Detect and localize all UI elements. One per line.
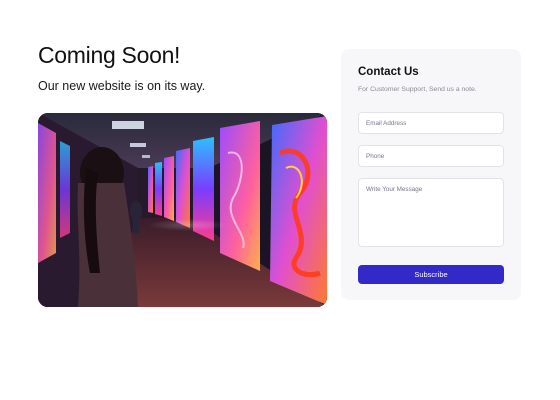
hero-image [38,113,327,307]
contact-note: For Customer Support, Send us a note. [358,86,477,93]
page-title: Coming Soon! [38,42,181,68]
subscribe-button[interactable]: Subscribe [358,265,504,284]
contact-title: Contact Us [358,66,419,78]
contact-card: Contact Us For Customer Support, Send us… [341,49,521,300]
email-field[interactable] [358,112,504,134]
message-field[interactable] [358,178,504,247]
page-subtitle: Our new website is on its way. [38,79,206,93]
phone-field[interactable] [358,145,504,167]
